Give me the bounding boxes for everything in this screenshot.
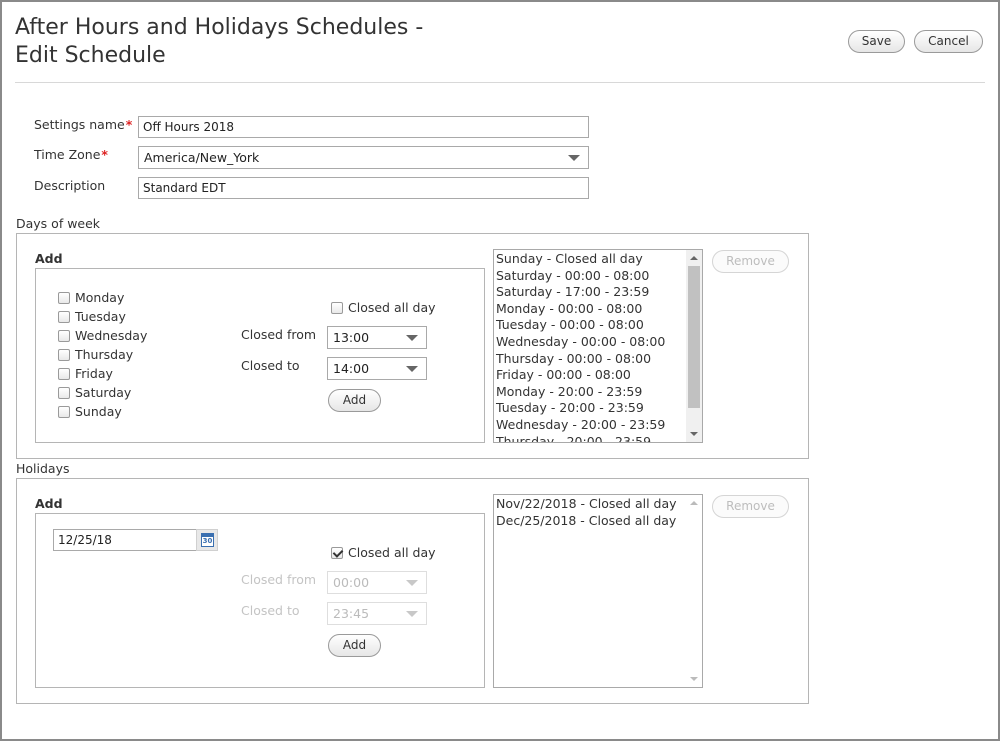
holidays-remove-button[interactable]: Remove	[712, 495, 789, 518]
page-title-line2: Edit Schedule	[15, 43, 166, 68]
header-divider	[15, 82, 985, 83]
days-closed-to-label: Closed to	[241, 358, 300, 373]
checkbox-icon	[58, 311, 70, 323]
checkbox-icon	[58, 292, 70, 304]
list-item[interactable]: Monday - 00:00 - 08:00	[496, 301, 684, 318]
day-checkbox-tuesday[interactable]: Tuesday	[58, 309, 126, 325]
holidays-closed-from-select[interactable]: 00:00	[327, 571, 427, 594]
time-zone-select[interactable]: America/New_York	[138, 146, 589, 169]
holidays-title: Holidays	[16, 461, 70, 476]
scroll-down-icon[interactable]	[690, 677, 698, 681]
checkbox-icon	[331, 302, 343, 314]
checkbox-checked-icon	[331, 547, 343, 559]
days-schedule-listbox[interactable]: Sunday - Closed all day Saturday - 00:00…	[493, 249, 703, 443]
checkbox-icon	[58, 330, 70, 342]
holidays-listbox[interactable]: Nov/22/2018 - Closed all day Dec/25/2018…	[493, 494, 703, 688]
list-item[interactable]: Saturday - 00:00 - 08:00	[496, 268, 684, 285]
time-zone-label: Time Zone*	[34, 147, 108, 162]
checkbox-icon	[58, 406, 70, 418]
day-checkbox-friday[interactable]: Friday	[58, 366, 113, 382]
days-remove-button[interactable]: Remove	[712, 250, 789, 273]
list-item[interactable]: Monday - 20:00 - 23:59	[496, 384, 684, 401]
chevron-down-icon	[406, 335, 418, 341]
save-button[interactable]: Save	[848, 30, 905, 53]
settings-name-input[interactable]: Off Hours 2018	[138, 116, 589, 138]
checkbox-icon	[58, 387, 70, 399]
holidays-closed-all-day-checkbox[interactable]: Closed all day	[331, 545, 436, 561]
holidays-items: Nov/22/2018 - Closed all day Dec/25/2018…	[496, 496, 684, 529]
page-title-line1: After Hours and Holidays Schedules -	[15, 15, 424, 40]
description-label: Description	[34, 178, 106, 193]
list-item[interactable]: Nov/22/2018 - Closed all day	[496, 496, 684, 513]
scroll-thumb[interactable]	[688, 266, 700, 408]
holidays-scrollbar[interactable]	[686, 495, 702, 687]
day-checkbox-thursday[interactable]: Thursday	[58, 347, 133, 363]
settings-name-label: Settings name*	[34, 117, 133, 132]
list-item[interactable]: Wednesday - 00:00 - 08:00	[496, 334, 684, 351]
checkbox-icon	[58, 349, 70, 361]
list-item[interactable]: Dec/25/2018 - Closed all day	[496, 513, 684, 530]
day-checkbox-saturday[interactable]: Saturday	[58, 385, 131, 401]
chevron-down-icon	[406, 366, 418, 372]
days-schedule-items: Sunday - Closed all day Saturday - 00:00…	[496, 251, 684, 442]
list-item[interactable]: Wednesday - 20:00 - 23:59	[496, 417, 684, 434]
holidays-closed-from-label: Closed from	[241, 572, 317, 587]
day-checkbox-wednesday[interactable]: Wednesday	[58, 328, 147, 344]
holidays-closed-to-label: Closed to	[241, 603, 300, 618]
calendar-button[interactable]: 30	[196, 529, 218, 551]
scroll-up-icon[interactable]	[690, 501, 698, 505]
days-closed-all-day-checkbox[interactable]: Closed all day	[331, 300, 436, 316]
list-item[interactable]: Tuesday - 20:00 - 23:59	[496, 400, 684, 417]
days-add-button[interactable]: Add	[328, 389, 381, 412]
page-title: After Hours and Holidays Schedules - Edi…	[15, 14, 435, 70]
list-item[interactable]: Friday - 00:00 - 08:00	[496, 367, 684, 384]
days-add-title: Add	[35, 251, 63, 266]
holiday-date-input[interactable]: 12/25/18	[53, 529, 197, 551]
chevron-down-icon	[568, 155, 580, 161]
list-item[interactable]: Saturday - 17:00 - 23:59	[496, 284, 684, 301]
list-item[interactable]: Thursday - 00:00 - 08:00	[496, 351, 684, 368]
days-scrollbar[interactable]	[686, 250, 702, 442]
days-closed-from-select[interactable]: 13:00	[327, 326, 427, 349]
holidays-add-title: Add	[35, 496, 63, 511]
days-closed-to-select[interactable]: 14:00	[327, 357, 427, 380]
day-checkbox-monday[interactable]: Monday	[58, 290, 124, 306]
description-input[interactable]: Standard EDT	[138, 177, 589, 199]
calendar-icon: 30	[201, 533, 214, 547]
day-checkbox-sunday[interactable]: Sunday	[58, 404, 122, 420]
scroll-up-icon[interactable]	[690, 256, 698, 260]
list-item[interactable]: Sunday - Closed all day	[496, 251, 684, 268]
list-item[interactable]: Tuesday - 00:00 - 08:00	[496, 317, 684, 334]
cancel-button[interactable]: Cancel	[914, 30, 983, 53]
scroll-down-icon[interactable]	[690, 432, 698, 436]
days-of-week-title: Days of week	[16, 216, 101, 231]
list-item[interactable]: Thursday - 20:00 - 23:59	[496, 434, 684, 442]
holidays-closed-to-select[interactable]: 23:45	[327, 602, 427, 625]
chevron-down-icon	[406, 611, 418, 617]
days-closed-from-label: Closed from	[241, 327, 317, 342]
chevron-down-icon	[406, 580, 418, 586]
checkbox-icon	[58, 368, 70, 380]
holidays-add-button[interactable]: Add	[328, 634, 381, 657]
